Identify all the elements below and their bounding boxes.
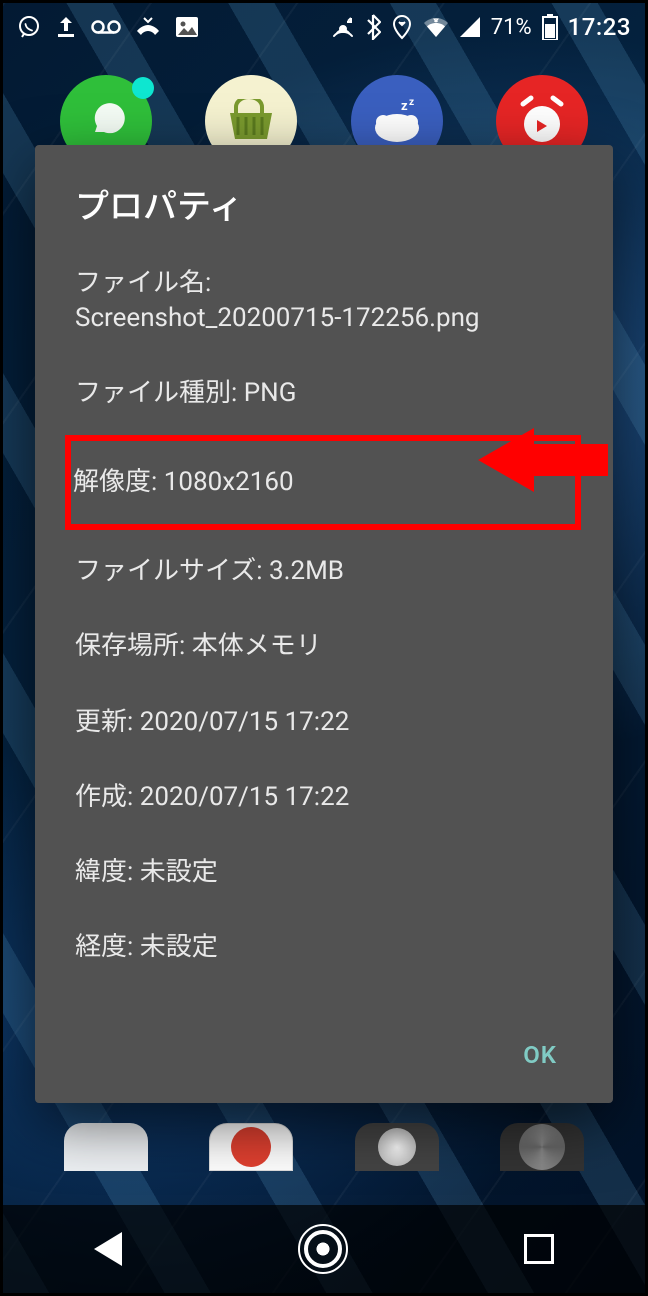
battery-icon bbox=[542, 14, 558, 40]
app-icon-bottom-2[interactable] bbox=[209, 1123, 293, 1171]
latitude-label: 緯度: bbox=[75, 857, 133, 887]
filetype-value: PNG bbox=[244, 378, 297, 408]
created-value: 2020/07/15 17:22 bbox=[140, 782, 350, 812]
resolution-label: 解像度: bbox=[73, 467, 157, 497]
voicemail-icon bbox=[91, 19, 121, 35]
wifi-icon bbox=[423, 17, 449, 37]
location-icon bbox=[391, 14, 413, 40]
image-icon bbox=[175, 16, 199, 38]
svg-text:z: z bbox=[401, 99, 408, 114]
dialog-title: プロパティ bbox=[75, 179, 573, 228]
home-icons-bottom bbox=[3, 1123, 645, 1183]
property-created: 作成: 2020/07/15 17:22 bbox=[75, 760, 573, 835]
updated-value: 2020/07/15 17:22 bbox=[140, 707, 350, 737]
filename-value: Screenshot_20200715-172256.png bbox=[75, 303, 480, 333]
property-longitude: 経度: 未設定 bbox=[75, 910, 573, 985]
svg-text:z: z bbox=[409, 97, 414, 108]
nav-back-button[interactable] bbox=[94, 1232, 122, 1266]
app-icon-bottom-4[interactable] bbox=[500, 1123, 584, 1171]
ok-button[interactable]: OK bbox=[507, 1029, 573, 1081]
property-filesize: ファイルサイズ: 3.2MB bbox=[75, 534, 573, 609]
hotspot-icon bbox=[331, 15, 355, 39]
properties-list: ファイル名: Screenshot_20200715-172256.png ファ… bbox=[75, 262, 573, 1019]
property-filetype: ファイル種別: PNG bbox=[75, 356, 573, 431]
dialog-footer: OK bbox=[75, 1019, 573, 1081]
bluetooth-icon bbox=[365, 14, 381, 40]
nav-home-button[interactable] bbox=[304, 1230, 342, 1268]
clock: 17:23 bbox=[568, 13, 631, 41]
property-updated: 更新: 2020/07/15 17:22 bbox=[75, 685, 573, 760]
properties-dialog: プロパティ ファイル名: Screenshot_20200715-172256.… bbox=[35, 145, 613, 1103]
app-icon-bottom-3[interactable] bbox=[355, 1123, 439, 1171]
cellular-signal-icon bbox=[459, 17, 481, 37]
resolution-value: 1080x2160 bbox=[164, 467, 294, 497]
property-location: 保存場所: 本体メモリ bbox=[75, 609, 573, 684]
longitude-value: 未設定 bbox=[140, 932, 218, 962]
app-icon-bottom-1[interactable] bbox=[64, 1123, 148, 1171]
annotation-arrow bbox=[478, 428, 608, 488]
missed-call-icon bbox=[135, 16, 161, 38]
location-label: 保存場所: bbox=[75, 631, 185, 661]
latitude-value: 未設定 bbox=[140, 857, 218, 887]
filename-label: ファイル名: bbox=[75, 268, 211, 298]
filetype-label: ファイル種別: bbox=[75, 378, 237, 408]
whatsapp-icon bbox=[17, 15, 41, 39]
filesize-label: ファイルサイズ: bbox=[75, 556, 263, 586]
navigation-bar bbox=[3, 1205, 645, 1293]
longitude-label: 経度: bbox=[75, 932, 133, 962]
location-value: 本体メモリ bbox=[192, 631, 322, 661]
property-filename: ファイル名: Screenshot_20200715-172256.png bbox=[75, 262, 573, 356]
battery-percentage: 71% bbox=[491, 15, 532, 40]
filesize-value: 3.2MB bbox=[269, 556, 344, 586]
upload-icon bbox=[55, 15, 77, 39]
updated-label: 更新: bbox=[75, 707, 133, 737]
nav-recent-button[interactable] bbox=[524, 1234, 554, 1264]
status-bar: 71% 17:23 bbox=[3, 3, 645, 51]
property-latitude: 緯度: 未設定 bbox=[75, 835, 573, 910]
created-label: 作成: bbox=[75, 782, 133, 812]
